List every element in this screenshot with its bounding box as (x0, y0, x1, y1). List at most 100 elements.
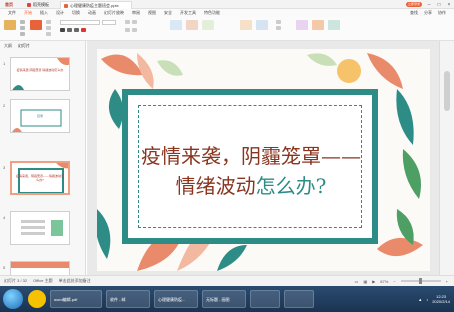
numbering-icon[interactable] (132, 20, 137, 24)
zoom-level: 87% (380, 278, 389, 284)
menu-item-transition[interactable]: 切换 (68, 9, 84, 17)
menu-share[interactable]: 分享 (424, 10, 432, 16)
zoom-in-icon[interactable]: + (446, 279, 448, 284)
tab-outline[interactable]: 大纲 (4, 43, 12, 49)
current-slide[interactable]: 疫情来袭，阴霾笼罩—— 情绪波动怎么办? (97, 49, 430, 271)
vertical-scrollbar[interactable] (439, 41, 454, 275)
menu-item-features[interactable]: 特色功能 (200, 9, 224, 17)
thumb-decor (21, 220, 63, 236)
menu-collab[interactable]: 协作 (438, 10, 446, 16)
font-color-icon[interactable] (81, 28, 86, 32)
menu-item-security[interactable]: 安全 (160, 9, 176, 17)
menu-item-insert[interactable]: 插入 (36, 9, 52, 17)
tab-slides[interactable]: 幻灯片 (18, 43, 30, 49)
clock[interactable]: 12:23 2020/2/14 (432, 294, 450, 304)
slide-thumbnail-2[interactable]: 目录 (10, 99, 70, 133)
play-icon[interactable]: ▶ (372, 279, 375, 284)
taskbar-item-1[interactable]: word编辑.pdf (50, 290, 102, 308)
taskbar-item-4[interactable]: 无标题 - 画图 (202, 290, 246, 308)
ribbon-toolbar (0, 17, 454, 41)
menu-item-devtools[interactable]: 开发工具 (176, 9, 200, 17)
slide-number: 5 (3, 265, 6, 270)
start-button-icon[interactable] (3, 289, 23, 309)
arrange-icon[interactable] (202, 20, 214, 30)
font-family-select[interactable] (60, 20, 100, 25)
layout-icon[interactable] (46, 20, 51, 24)
slide-canvas[interactable]: 疫情来袭，阴霾笼罩—— 情绪波动怎么办? (87, 41, 439, 275)
slide-number: 4 (3, 215, 6, 220)
bullets-icon[interactable] (125, 20, 130, 24)
new-slide-icon[interactable] (30, 20, 42, 30)
replace-icon[interactable] (276, 26, 281, 30)
underline-icon[interactable] (74, 28, 79, 32)
slide-thumbnail-5[interactable] (10, 261, 70, 275)
status-bar: 幻灯片 3 / 32 Office 主题 单击此处添加备注 ▭ ▦ ▶ 87% … (0, 275, 454, 286)
align-center-icon[interactable] (132, 28, 137, 32)
section-icon[interactable] (46, 32, 51, 36)
slide-number: 1 (3, 61, 6, 66)
find-icon[interactable] (276, 20, 281, 24)
font-size-select[interactable] (102, 20, 116, 25)
title-frame: 疫情来袭，阴霾笼罩—— 情绪波动怎么办? (122, 89, 378, 244)
notes-placeholder[interactable]: 单击此处添加备注 (59, 278, 91, 284)
fill-icon[interactable] (256, 20, 268, 30)
login-button[interactable]: 立即登录 (406, 2, 422, 7)
menu-search[interactable]: 查找 (410, 10, 418, 16)
image-icon[interactable] (240, 20, 252, 30)
slide-thumbnail-1[interactable]: 疫情来袭 阴霾笼罩 情绪波动怎么办 (10, 57, 70, 91)
paste-icon[interactable] (4, 20, 16, 30)
taskbar-item-5[interactable] (250, 290, 280, 308)
thumb-title: 疫情来袭，阴霾笼罩——情绪波动怎么办? (16, 174, 65, 182)
cut-icon[interactable] (20, 20, 25, 24)
normal-view-icon[interactable]: ▭ (355, 279, 359, 284)
shapes-icon[interactable] (186, 20, 198, 30)
emoji-avatar-icon[interactable] (28, 290, 46, 308)
slides-panel: 大纲 幻灯片 1 疫情来袭 阴霾笼罩 情绪波动怎么办 2 目录 3 疫情来袭，阴… (0, 41, 86, 275)
thumb-title: 疫情来袭 阴霾笼罩 情绪波动怎么办 (16, 68, 64, 72)
menu-item-animation[interactable]: 动画 (84, 9, 100, 17)
zoom-out-icon[interactable]: − (393, 279, 395, 284)
title-textbox[interactable]: 疫情来袭，阴霾笼罩—— 情绪波动怎么办? (138, 105, 362, 228)
title-line2-main: 情绪波动 (175, 174, 256, 198)
tab-home[interactable]: 首页 (2, 1, 22, 9)
textbox-icon[interactable] (170, 20, 182, 30)
sorter-view-icon[interactable]: ▦ (363, 279, 367, 284)
slide-thumbnail-3[interactable]: 疫情来袭，阴霾笼罩——情绪波动怎么办? (10, 161, 70, 195)
theme-name: Office 主题 (33, 278, 53, 283)
menu-item-slideshow[interactable]: 幻灯片放映 (100, 9, 128, 17)
menu-bar: 文件 开始 插入 设计 切换 动画 幻灯片放映 审阅 视图 安全 开发工具 特色… (0, 9, 454, 18)
bold-icon[interactable] (60, 28, 65, 32)
pptx-file-icon (64, 3, 68, 8)
reset-icon[interactable] (46, 26, 51, 30)
minimize-icon[interactable]: – (426, 2, 432, 8)
maximize-icon[interactable]: □ (436, 2, 442, 8)
slide-counter: 幻灯片 3 / 32 (4, 278, 28, 283)
smart-art-icon[interactable] (328, 20, 340, 30)
align-left-icon[interactable] (125, 28, 130, 32)
beautify-icon[interactable] (296, 20, 308, 30)
close-icon[interactable]: × (446, 2, 452, 8)
menu-item-review[interactable]: 审阅 (128, 9, 144, 17)
system-tray: ▲ ♪ 12:23 2020/2/14 (418, 290, 450, 308)
scrollbar-thumb[interactable] (444, 71, 450, 111)
volume-icon[interactable]: ♪ (426, 297, 428, 302)
menu-item-design[interactable]: 设计 (52, 9, 68, 17)
play-slideshow-icon[interactable] (312, 20, 324, 30)
slide-thumbnail-4[interactable] (10, 211, 70, 245)
title-frame-inner: 疫情来袭，阴霾笼罩—— 情绪波动怎么办? (128, 95, 372, 238)
copy-icon[interactable] (20, 26, 25, 30)
format-painter-icon[interactable] (20, 32, 25, 36)
zoom-slider[interactable] (400, 278, 441, 284)
slide-title-line1[interactable]: 疫情来袭，阴霾笼罩—— (139, 140, 363, 169)
menu-file[interactable]: 文件 (4, 9, 20, 17)
italic-icon[interactable] (67, 28, 72, 32)
taskbar-item-3[interactable]: 心理健康防疫... (154, 290, 198, 308)
taskbar-item-2[interactable]: 收件 - 邮 (106, 290, 150, 308)
menu-item-view[interactable]: 视图 (144, 9, 160, 17)
network-icon[interactable]: ▲ (418, 297, 422, 302)
taskbar-item-6[interactable] (284, 290, 314, 308)
thumb-decor (11, 262, 69, 268)
tab-document[interactable]: 心理健康防疫主题班会.pptx (60, 1, 132, 9)
slide-title-line2[interactable]: 情绪波动怎么办? (139, 170, 363, 199)
thumb-decor (12, 58, 69, 90)
